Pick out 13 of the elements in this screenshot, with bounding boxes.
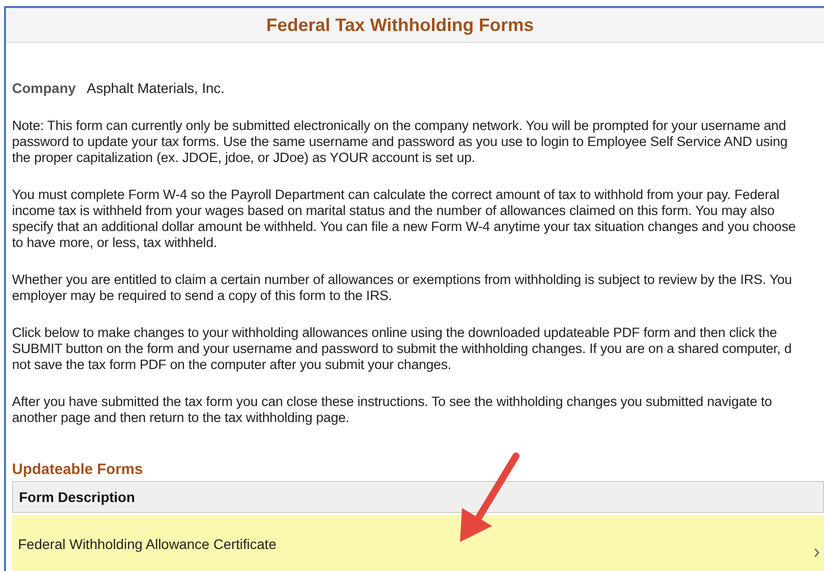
instruction-paragraph: Whether you are entitled to claim a certain number of allowances or exemptions from withholding is subject to review by the IRS. You employer may be required to send a copy of this form to the IRS. <box>12 272 793 304</box>
page-title: Federal Tax Withholding Forms <box>266 14 535 36</box>
company-value: Asphalt Materials, Inc. <box>86 80 225 96</box>
form-description: Federal Withholding Allowance Certificate <box>18 536 276 552</box>
instruction-paragraph: Click below to make changes to your withholding allowances online using the downloaded updateable PDF form and then click the SUBMIT button on the form and your username and password to submit the withholding changes. If you are on a shared computer, d not save the tax form PDF on the computer after you submit your changes. <box>12 325 793 373</box>
column-header: Form Description <box>19 489 135 505</box>
chevron-icon: › <box>813 540 820 564</box>
instruction-paragraph: After you have submitted the tax form you can close these instructions. To see the withholding changes you submitted navigate to another page and then return to the tax withholding page. <box>12 394 773 426</box>
instruction-paragraph: Note: This form can currently only be submitted electronically on the company network. You will be prompted for your username and password to update your tax forms. Use the same username and password as you use to login to Employee Self Service AND using the proper capitalization (ex. JDOE, jdoe, or JDoe) as YOUR account is set up. <box>12 118 789 166</box>
section-heading: Updateable Forms <box>12 461 144 478</box>
instruction-paragraph: You must complete Form W-4 so the Payroll Department can calculate the correct amount of tax to withhold from your pay. Federal income tax is withheld from your wages based on marital status and the number of allowances claimed on this form. You may also specify that an additional dollar amount be withheld. You can file a new Form W-4 anytime your tax situation changes and you choose to have more, or less, tax withheld. <box>12 187 797 251</box>
company-label: Company <box>12 80 76 96</box>
form-row[interactable]: Federal Withholding Allowance Certificate › <box>12 515 824 571</box>
